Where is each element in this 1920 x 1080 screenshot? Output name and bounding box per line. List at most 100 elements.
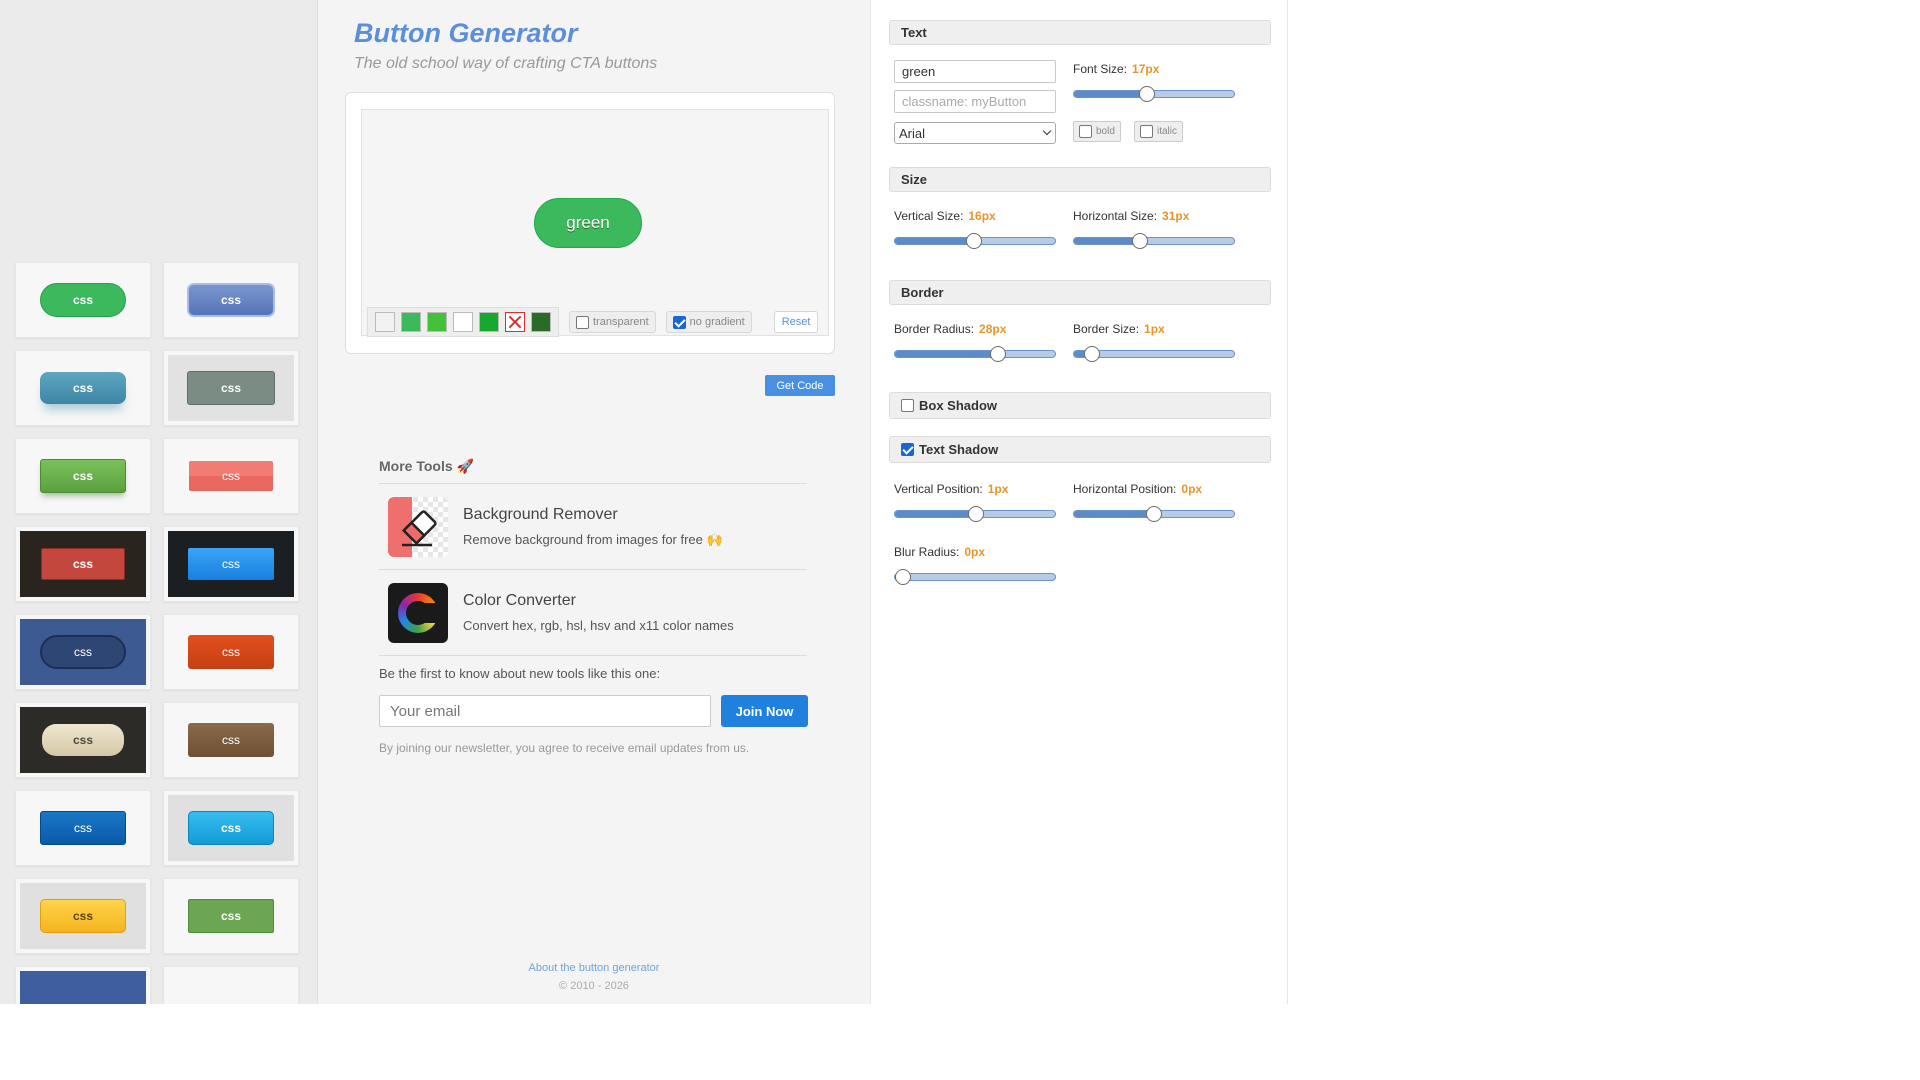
border-radius-label: Border Radius: — [894, 322, 975, 336]
text-shadow-section-header[interactable]: Text Shadow — [889, 436, 1271, 463]
gallery-item[interactable]: css — [15, 966, 151, 1004]
swatch-green[interactable] — [401, 312, 421, 332]
font-size-slider[interactable] — [1073, 86, 1235, 102]
get-code-button[interactable]: Get Code — [765, 375, 835, 396]
bold-checkbox[interactable] — [1079, 125, 1092, 138]
classname-input[interactable] — [894, 90, 1056, 113]
swatch-forest-green[interactable] — [531, 312, 551, 332]
about-link[interactable]: About the button generator — [318, 962, 870, 974]
border-radius-slider[interactable] — [894, 346, 1056, 362]
gallery-button-sample: css — [40, 459, 126, 493]
gallery-item[interactable]: css — [15, 614, 151, 690]
vertical-size-label: Vertical Size: — [894, 209, 964, 223]
bold-label: bold — [1096, 126, 1115, 137]
tool-background-remover[interactable]: Background Remover Remove background fro… — [379, 484, 807, 570]
gallery-item[interactable]: css — [15, 702, 151, 778]
swatch-lime-green[interactable] — [427, 312, 447, 332]
gallery-item[interactable]: css — [163, 702, 299, 778]
slider-handle[interactable] — [968, 506, 984, 522]
horizontal-size-label: Horizontal Size: — [1073, 209, 1158, 223]
gallery-button-sample: css — [41, 548, 125, 580]
transparent-checkbox[interactable] — [576, 315, 589, 329]
eraser-icon — [388, 496, 448, 557]
italic-checkbox[interactable] — [1140, 125, 1153, 138]
slider-fill — [1074, 238, 1140, 244]
gallery-item[interactable]: css — [15, 526, 151, 602]
gallery-button-sample: css — [40, 811, 126, 845]
border-size-value: 1px — [1144, 322, 1165, 336]
gallery-button-sample: css — [188, 899, 274, 933]
gallery-item[interactable]: css — [15, 262, 151, 338]
border-size-slider[interactable] — [1073, 346, 1235, 362]
size-section-header[interactable]: Size — [889, 167, 1271, 192]
preview-button[interactable]: green — [534, 198, 642, 248]
horizontal-size-slider[interactable] — [1073, 233, 1235, 249]
gallery-item[interactable]: css — [163, 966, 299, 1004]
gallery-button-sample: css — [188, 635, 274, 669]
gallery-button-sample: css — [40, 283, 126, 317]
color-swatches — [367, 307, 559, 337]
slider-handle[interactable] — [1084, 346, 1100, 362]
swatch-white[interactable] — [453, 312, 473, 332]
no-gradient-checkbox[interactable] — [672, 315, 686, 329]
reset-button[interactable]: Reset — [773, 311, 819, 333]
gallery-item[interactable]: css — [15, 790, 151, 866]
slider-handle[interactable] — [1139, 86, 1155, 102]
text-shadow-checkbox[interactable] — [901, 443, 914, 456]
slider-fill — [895, 351, 998, 357]
shadow-vertical-slider[interactable] — [894, 506, 1056, 522]
swatch-none-icon[interactable] — [505, 312, 525, 332]
copyright-text: © 2010 - 2026 — [559, 980, 629, 992]
shadow-vertical-field: Vertical Position: 1px — [894, 482, 1008, 496]
slider-handle[interactable] — [1146, 506, 1162, 522]
text-section-header[interactable]: Text — [889, 20, 1271, 45]
slider-handle[interactable] — [990, 346, 1006, 362]
font-size-value: 17px — [1132, 62, 1160, 76]
tool-name: Color Converter — [463, 592, 576, 609]
gallery-button-sample: css — [40, 899, 126, 933]
font-family-select[interactable]: Arial — [894, 122, 1056, 144]
gallery-item[interactable]: css — [15, 878, 151, 954]
box-shadow-section-header[interactable]: Box Shadow — [889, 392, 1271, 419]
gallery-item[interactable]: css — [163, 614, 299, 690]
shadow-horizontal-slider[interactable] — [1073, 506, 1235, 522]
transparent-toggle[interactable]: transparent — [569, 311, 656, 333]
main-panel: Button Generator The old school way of c… — [318, 0, 870, 1004]
slider-handle[interactable] — [966, 233, 982, 249]
horizontal-size-value: 31px — [1162, 209, 1190, 223]
no-gradient-toggle[interactable]: no gradient — [665, 311, 752, 333]
gallery-item[interactable]: css — [15, 438, 151, 514]
vertical-size-slider[interactable] — [894, 233, 1056, 249]
border-section-header[interactable]: Border — [889, 280, 1271, 305]
gallery-item[interactable]: css — [163, 350, 299, 426]
bold-toggle[interactable]: bold — [1073, 121, 1121, 142]
gallery-item[interactable]: css — [163, 878, 299, 954]
gallery-button-sample: css — [42, 724, 124, 756]
page-title: Button Generator — [354, 18, 578, 48]
button-gallery: css css css css css css css css css css … — [0, 0, 318, 1004]
newsletter-prompt: Be the first to know about new tools lik… — [379, 666, 661, 681]
slider-handle[interactable] — [895, 569, 911, 585]
gallery-item[interactable]: css — [15, 350, 151, 426]
gallery-button-sample: css — [188, 723, 274, 757]
swatch-dark-green[interactable] — [479, 312, 499, 332]
border-radius-value: 28px — [979, 322, 1007, 336]
email-input[interactable] — [379, 695, 711, 727]
gallery-button-sample: css — [189, 461, 273, 491]
join-now-button[interactable]: Join Now — [721, 695, 808, 727]
gallery-item[interactable]: css — [163, 438, 299, 514]
gallery-item[interactable]: css — [163, 262, 299, 338]
italic-toggle[interactable]: italic — [1134, 121, 1184, 142]
gallery-item[interactable]: css — [163, 526, 299, 602]
button-text-input[interactable] — [894, 60, 1056, 83]
slider-fill — [1074, 511, 1154, 517]
page-subtitle: The old school way of crafting CTA butto… — [354, 55, 658, 72]
tool-color-converter[interactable]: Color Converter Convert hex, rgb, hsl, h… — [379, 570, 807, 656]
shadow-blur-field: Blur Radius: 0px — [894, 545, 985, 559]
gallery-item[interactable]: css — [163, 790, 299, 866]
swatch-light-gray[interactable] — [375, 312, 395, 332]
slider-handle[interactable] — [1132, 233, 1148, 249]
box-shadow-checkbox[interactable] — [901, 399, 914, 412]
gallery-button-sample: css — [187, 371, 275, 405]
shadow-blur-slider[interactable] — [894, 569, 1056, 585]
